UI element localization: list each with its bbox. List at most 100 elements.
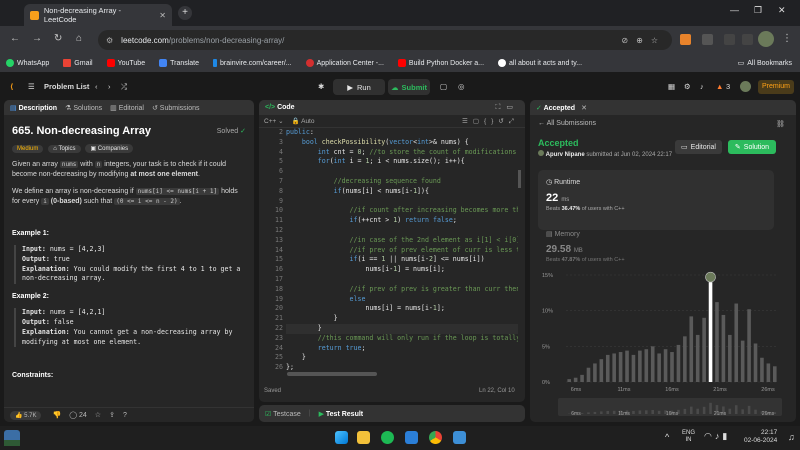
close-window-icon[interactable]: ✕ [778,5,786,16]
weather-scene-icon[interactable] [0,426,110,450]
translate-icon [159,59,168,67]
bookmarks-bar: WhatsApp Gmail YouTube Translate brainvi… [0,54,800,72]
site-info-icon[interactable]: ⚙ [106,36,113,45]
bookmark-application-center[interactable]: Application Center -... [305,59,384,67]
runtime-value: 22 ms [546,192,570,204]
vscode-icon[interactable] [405,431,418,444]
prev-problem-icon[interactable]: ‹ [95,82,98,91]
tab-solutions[interactable]: ⚗ Solutions [65,104,102,112]
mini-bar [689,406,693,414]
spotify-icon[interactable] [381,431,394,444]
code-line: return true; [317,343,366,352]
tab-test-result[interactable]: ▶ Test Result [319,410,364,418]
tab-description[interactable]: ▤ Description [10,104,57,112]
extensions-puzzle-icon[interactable] [724,34,735,45]
bookmark-brainvire[interactable]: brainvire.com/career/... [213,59,292,67]
vertical-scrollbar[interactable] [518,170,521,188]
next-problem-icon[interactable]: › [108,82,111,91]
sidebar-icon[interactable] [742,34,753,45]
problem-list-link[interactable]: Problem List [44,82,89,91]
bookmark-gmail[interactable]: Gmail [63,59,93,67]
language-indicator[interactable]: ENG IN [682,430,695,444]
application-center-icon [305,59,314,67]
snipping-tool-icon[interactable] [453,431,466,444]
interview-icon[interactable]: ◎ [458,82,465,91]
premium-button[interactable]: Premium [758,80,794,94]
all-submissions-link[interactable]: ← All Submissions [538,120,596,127]
minimize-icon[interactable]: — [730,5,739,15]
help-icon[interactable]: ? [123,412,127,419]
layout-icon[interactable]: ▦ [668,82,675,91]
menu-icon[interactable]: ⋮ [782,33,792,44]
bookmark-build-python-docker[interactable]: Build Python Docker a... [397,59,484,67]
tab-testcase[interactable]: ☑ Testcase [265,410,301,418]
notifications-icon[interactable]: ♪ [700,82,704,91]
shuffle-icon[interactable]: ⤮ [121,82,127,92]
solution-button[interactable]: ✎ Solution [728,140,776,154]
leetcode-logo-icon[interactable]: ⟨ [10,82,13,91]
bar [625,350,629,382]
profile-avatar[interactable] [758,31,774,47]
notification-bell-icon[interactable]: ♫ [788,432,795,442]
like-button[interactable]: 👍 5.7K [10,410,42,420]
streak-fire-icon[interactable]: ▲ [716,82,723,91]
tab-editorial[interactable]: ▥ Editorial [110,104,144,112]
bookmark-whatsapp[interactable]: WhatsApp [6,59,49,67]
tab-code[interactable]: </> Code [265,104,295,111]
omnibox-actions-icon[interactable]: ⊘⊕☆ [621,36,666,45]
close-tab-icon[interactable]: ✕ [581,104,587,112]
edit-icon: ✎ [734,144,741,151]
editorial-button[interactable]: ▭ Editorial [675,140,722,154]
debug-icon[interactable]: ✱ [318,82,324,91]
user-avatar[interactable] [740,81,751,92]
link-icon[interactable]: ⛓ [776,120,785,128]
editor-action-icons[interactable]: ☰▢{}↺⤢ [462,117,519,126]
bar [670,352,674,382]
line-number: 9 [279,196,283,205]
panel-window-icons[interactable]: ⛶▭ [495,103,519,112]
browser-tab[interactable]: Non-decreasing Array - LeetCode ✕ [24,4,172,26]
dislike-icon[interactable]: 👎 [52,411,61,419]
bar [593,363,597,382]
submit-button[interactable]: ☁ Submit [388,79,430,95]
address-bar[interactable]: ⚙ leetcode.com/problems/non-decreasing-a… [98,30,672,50]
back-icon[interactable]: ← [10,33,20,44]
tab-submissions[interactable]: ↺ Submissions [152,104,200,112]
runtime-card[interactable]: ◷ Runtime 22 ms Beats 36.47% of users wi… [538,170,774,230]
tab-accepted[interactable]: ✓ Accepted [536,104,575,112]
all-bookmarks-button[interactable]: ▭ All Bookmarks [738,59,792,68]
forward-icon[interactable]: → [32,33,42,44]
file-explorer-icon[interactable] [357,431,370,444]
notes-icon[interactable]: ▢ [440,82,447,91]
problem-list-icon[interactable]: ☰ [28,82,35,91]
comments-button[interactable]: ◯ 24 [69,411,87,419]
tray-overflow-icon[interactable]: ^ [665,432,669,442]
topics-button[interactable]: ⌂ Topics [48,145,81,153]
bookmark-all-about-it-acts[interactable]: all about it acts and ty... [498,59,582,67]
bookmark-youtube[interactable]: YouTube [106,59,145,67]
windows-start-icon[interactable] [335,431,348,444]
home-icon[interactable]: ⌂ [76,33,82,44]
language-select[interactable]: C++ ⌄ [264,117,284,125]
bookmark-translate[interactable]: Translate [159,59,199,67]
run-button[interactable]: ▶ Run [333,79,385,95]
share-icon[interactable]: ⇪ [109,411,115,419]
chrome-icon[interactable] [429,431,442,444]
horizontal-scrollbar[interactable] [287,372,377,376]
memory-card[interactable]: ▤ Memory 29.58 MB Beats 47.87% of users … [546,230,666,274]
runtime-distribution-chart[interactable]: 15% 10% 5% 0% 6ms 11ms 16ms 21ms 26ms 6ms 11ms 16ms… [538,270,788,420]
reload-icon[interactable]: ↻ [54,33,62,44]
difficulty-badge[interactable]: Medium [12,145,44,153]
favorite-star-icon[interactable]: ☆ [95,411,101,419]
clock[interactable]: 22:17 02-06-2024 [744,429,777,445]
new-tab-button[interactable]: + [178,6,192,20]
companies-button[interactable]: ▣ Companies [85,144,134,153]
maximize-icon[interactable]: ❐ [754,5,762,16]
settings-icon[interactable]: ⚙ [684,82,691,91]
code-editor[interactable]: public: bool checkPossibility(vector<int… [286,128,518,373]
close-tab-icon[interactable]: ✕ [159,11,166,20]
network-volume-battery-icon[interactable]: ◠♪▮ [704,431,730,442]
line-number: 5 [279,157,283,166]
extension-2-icon[interactable] [702,34,713,45]
extension-icon[interactable] [680,34,691,45]
